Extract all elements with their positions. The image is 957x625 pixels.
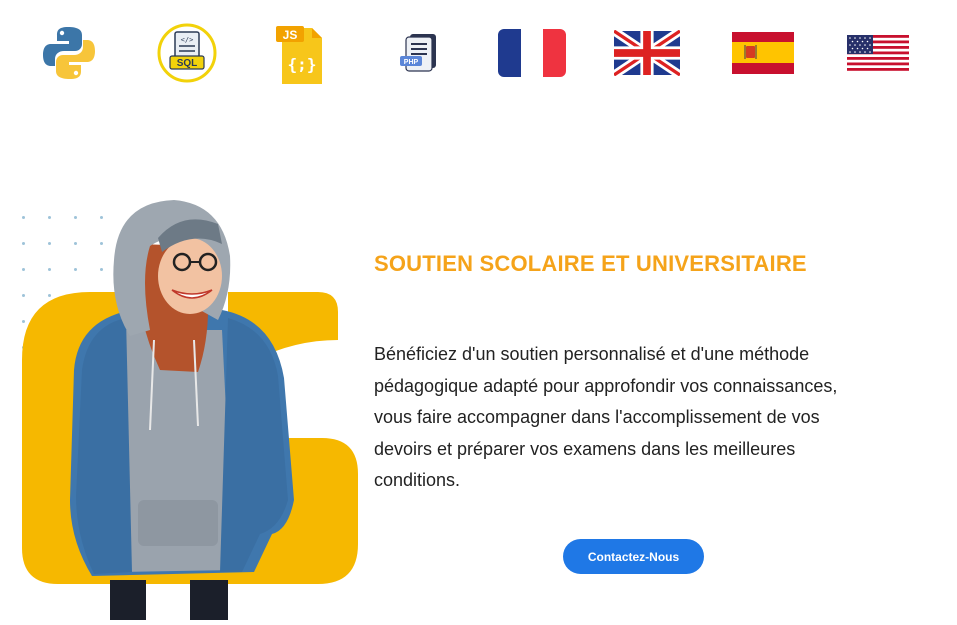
student-hero-image xyxy=(22,200,358,620)
js-icon-braces: {;} xyxy=(288,55,317,74)
usa-flag-icon[interactable] xyxy=(843,18,913,88)
france-flag-icon[interactable] xyxy=(497,18,567,88)
hero-title: SOUTIEN SCOLAIRE ET UNIVERSITAIRE xyxy=(374,251,807,276)
svg-text:</>: </> xyxy=(181,36,194,44)
php-icon[interactable]: PHP xyxy=(384,18,454,88)
hero-description: Bénéficiez d'un soutien personnalisé et … xyxy=(374,344,838,490)
contact-button[interactable]: Contactez-Nous xyxy=(563,539,704,574)
js-icon-label: JS xyxy=(283,28,298,42)
sql-icon[interactable]: </> SQL xyxy=(152,18,222,88)
php-icon-label: PHP xyxy=(404,59,419,66)
sql-icon-label: SQL xyxy=(177,58,198,69)
spain-flag-icon[interactable] xyxy=(728,18,798,88)
language-icon-row: </> SQL JS {;} PHP xyxy=(0,18,957,88)
uk-flag-icon[interactable] xyxy=(612,18,682,88)
python-icon[interactable] xyxy=(34,18,104,88)
javascript-icon[interactable]: JS {;} xyxy=(266,18,336,88)
